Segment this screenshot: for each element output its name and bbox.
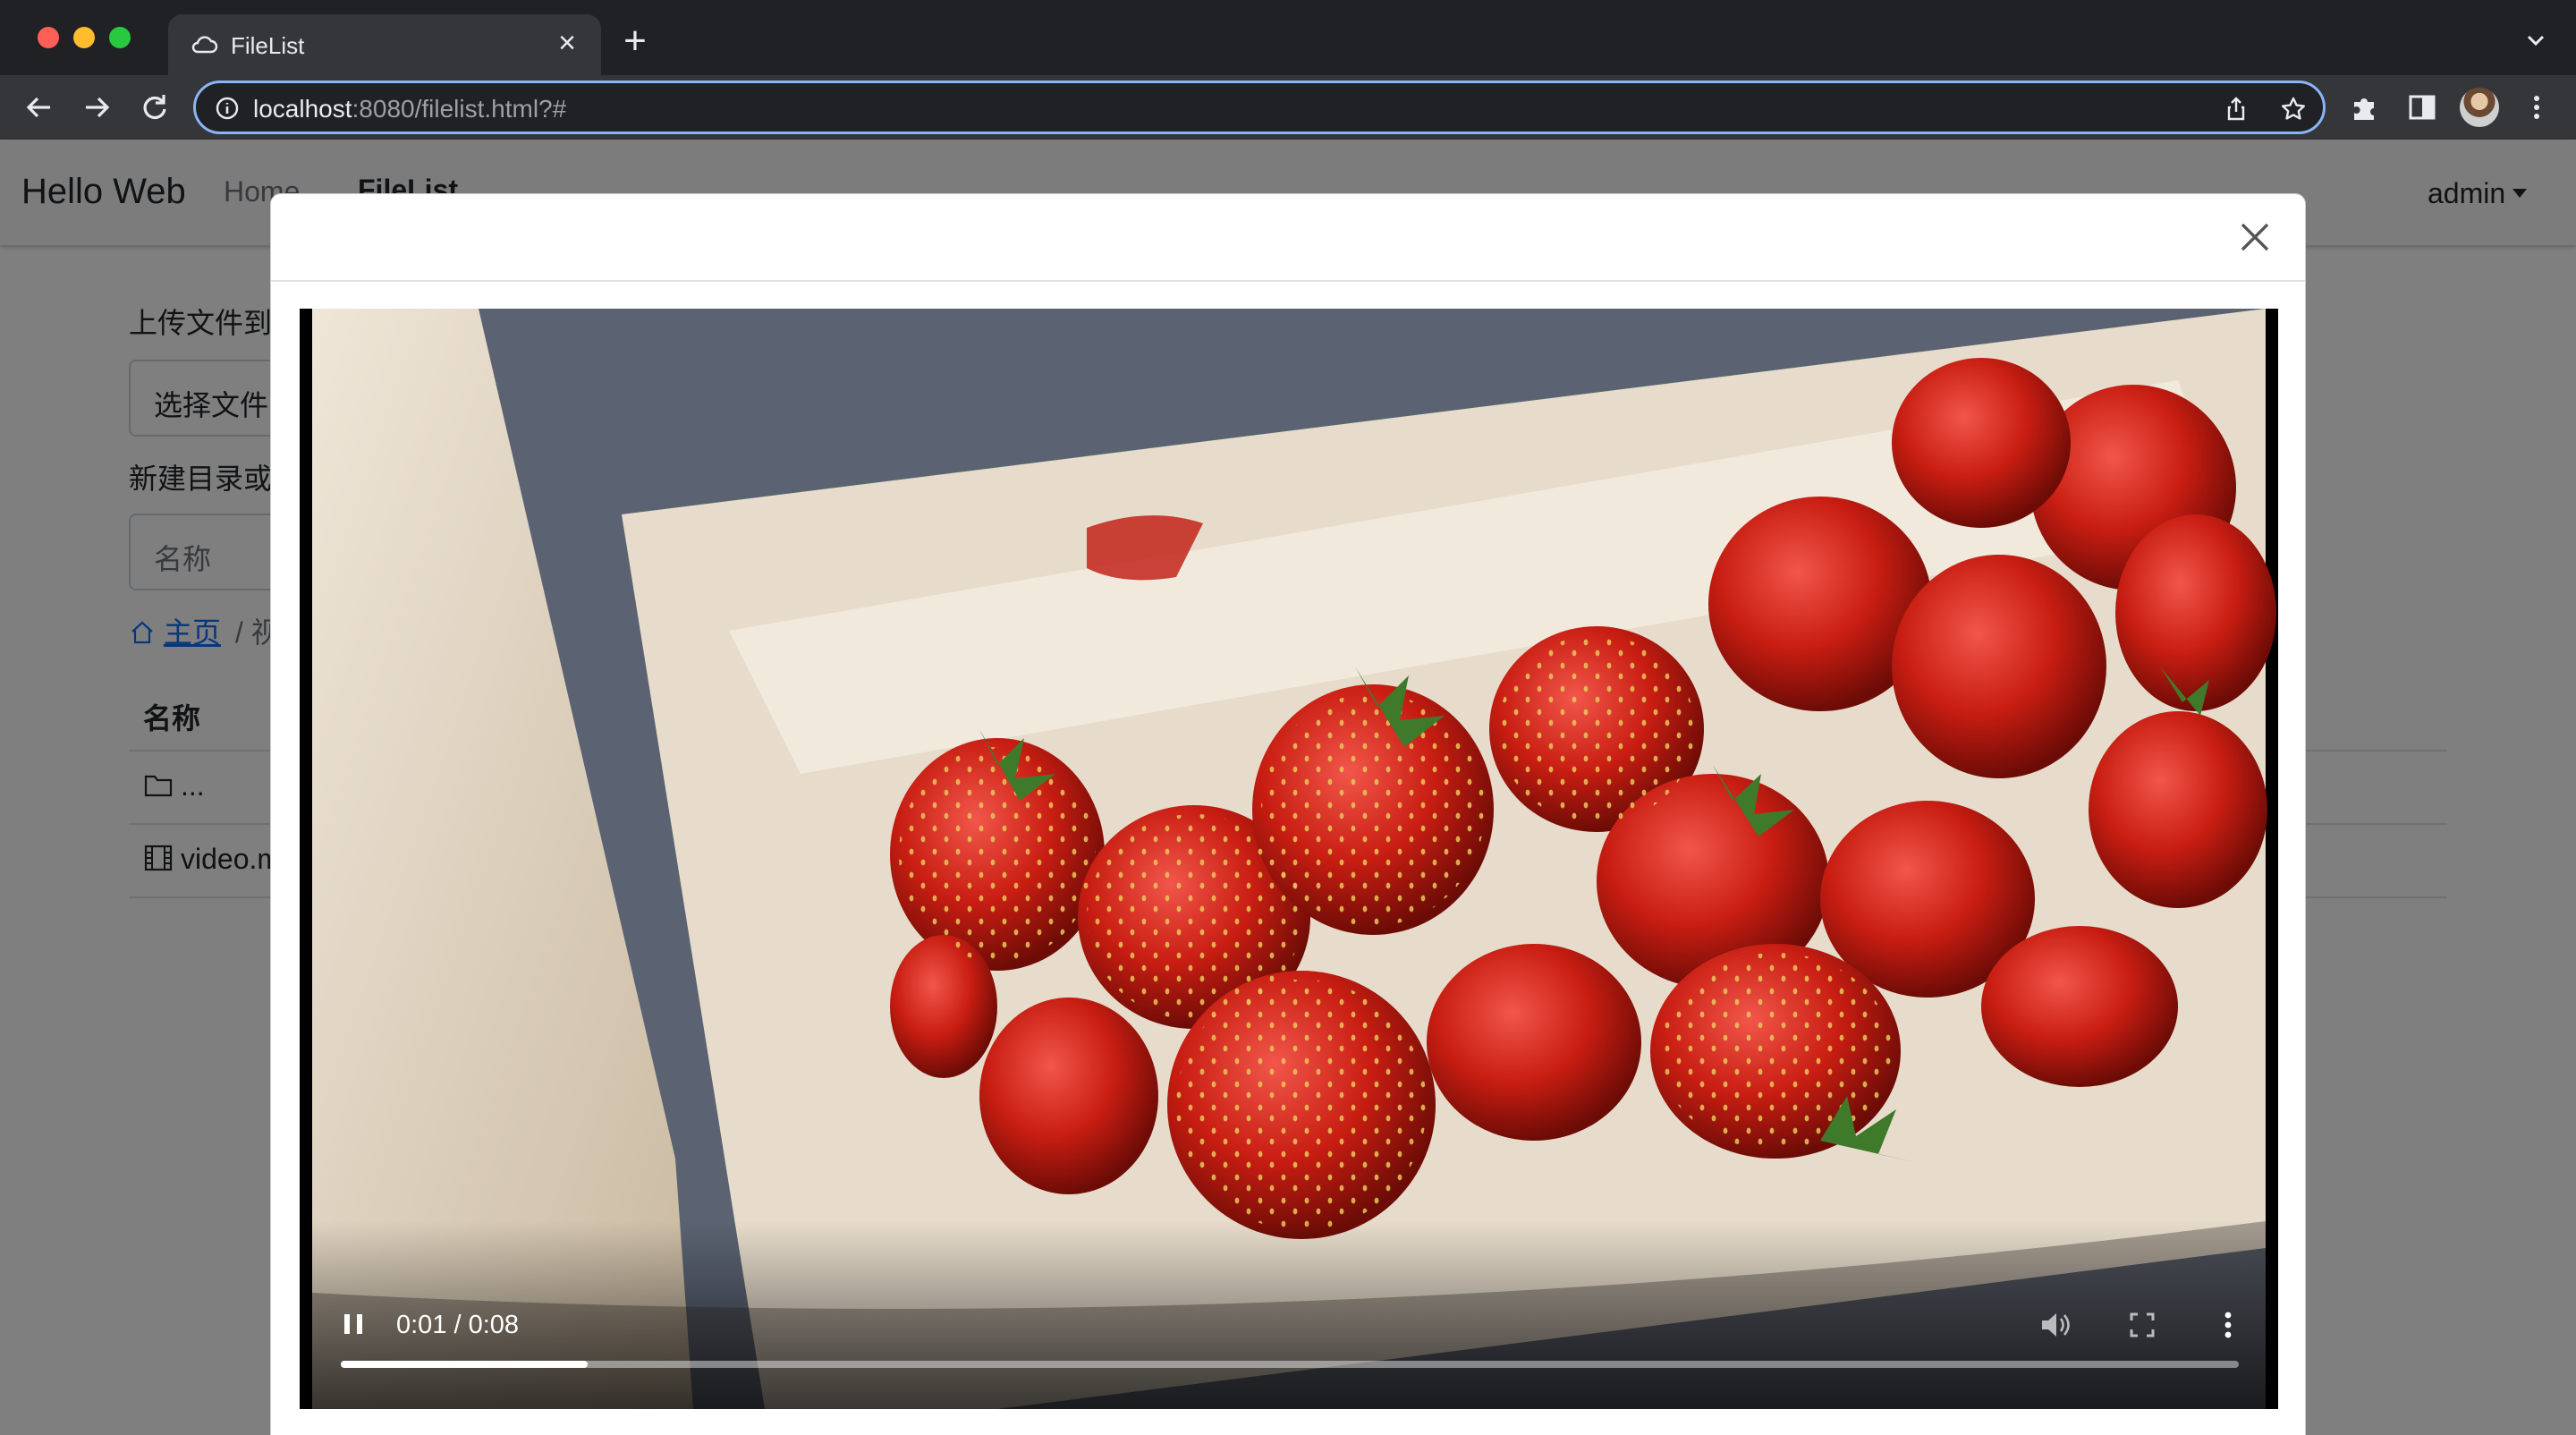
address-bar[interactable]: localhost:8080/filelist.html?# (193, 81, 2326, 134)
extensions-puzzle-icon[interactable] (2349, 91, 2381, 123)
chevron-down-icon[interactable] (2521, 25, 2551, 55)
video-progress-fill (341, 1361, 588, 1368)
controls-gradient (300, 1221, 2278, 1409)
volume-icon[interactable] (2037, 1307, 2072, 1343)
window-minimize-button[interactable] (73, 27, 95, 48)
more-options-icon[interactable] (2210, 1307, 2246, 1343)
browser-menu-icon[interactable] (2521, 91, 2553, 123)
fullscreen-icon[interactable] (2124, 1307, 2160, 1343)
browser-tab-active[interactable]: FileList × (168, 14, 601, 75)
cloud-icon (191, 36, 218, 54)
forward-arrow-icon[interactable] (79, 89, 114, 125)
site-info-icon[interactable] (216, 97, 239, 120)
window-zoom-button[interactable] (109, 27, 131, 48)
tab-close-icon[interactable]: × (553, 28, 581, 58)
reload-icon[interactable] (136, 89, 172, 125)
url-path: :8080/filelist.html?# (352, 95, 567, 123)
new-tab-button[interactable]: + (617, 21, 653, 61)
tab-title: FileList (231, 32, 305, 59)
video-modal: 0:01 / 0:08 (270, 193, 2306, 1435)
video-progress-bar[interactable] (341, 1361, 2239, 1368)
window-close-button[interactable] (38, 27, 59, 48)
browser-toolbar: localhost:8080/filelist.html?# (0, 75, 2576, 140)
url-text[interactable]: localhost:8080/filelist.html?# (253, 95, 566, 123)
url-host: localhost (253, 95, 352, 123)
close-icon[interactable] (2237, 219, 2273, 255)
share-icon[interactable] (2223, 96, 2250, 123)
browser-tab-bar: FileList × + (0, 0, 2576, 75)
video-time: 0:01 / 0:08 (396, 1311, 520, 1339)
profile-avatar[interactable] (2460, 88, 2499, 127)
modal-header (271, 194, 2305, 282)
pause-icon[interactable] (341, 1311, 366, 1337)
video-player[interactable]: 0:01 / 0:08 (300, 309, 2278, 1409)
side-panel-icon[interactable] (2406, 91, 2438, 123)
back-arrow-icon[interactable] (21, 89, 57, 125)
bookmark-star-icon[interactable] (2280, 96, 2307, 123)
